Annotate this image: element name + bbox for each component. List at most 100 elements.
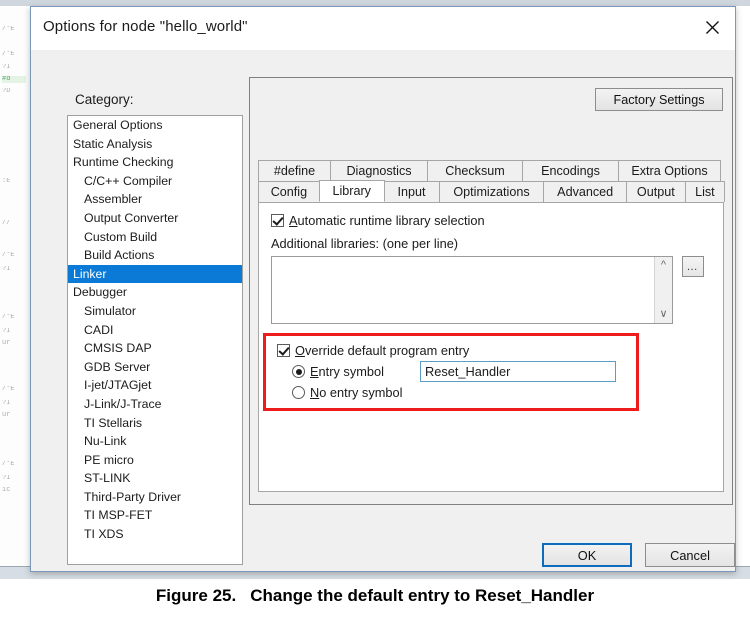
label-rest: verride default program entry (304, 343, 470, 358)
sidebar-item-simulator[interactable]: Simulator (68, 302, 242, 321)
chevron-down-icon[interactable]: ∨ (659, 306, 667, 323)
label-rest: utomatic runtime library selection (297, 213, 485, 228)
sidebar-item-custom-build[interactable]: Custom Build (68, 228, 242, 247)
background-code-line: #d (2, 76, 26, 83)
background-code-line: // (2, 220, 11, 227)
close-icon[interactable] (689, 7, 735, 47)
sidebar-item-output-converter[interactable]: Output Converter (68, 209, 242, 228)
sidebar-item-assembler[interactable]: Assembler (68, 190, 242, 209)
sidebar-item-nu-link[interactable]: Nu-Link (68, 432, 242, 451)
sidebar-item-build-actions[interactable]: Build Actions (68, 246, 242, 265)
tab-input[interactable]: Input (383, 181, 440, 202)
tab-diagnostics[interactable]: Diagnostics (330, 160, 428, 181)
sidebar-item-general-options[interactable]: General Options (68, 116, 242, 135)
library-tab-panel: Automatic runtime library selection Addi… (258, 202, 724, 492)
tab-advanced[interactable]: Advanced (543, 181, 627, 202)
label-rest: o entry symbol (319, 385, 403, 400)
sidebar-item-gdb-server[interactable]: GDB Server (68, 358, 242, 377)
tab-row-top: #define Diagnostics Checksum Encodings Extra… (258, 160, 724, 181)
dialog-titlebar: Options for node "hello_world" (31, 7, 735, 50)
background-code-line: ?I (2, 328, 11, 335)
chevron-up-icon[interactable]: ^ (661, 257, 666, 274)
sidebar-item-j-link-j-trace[interactable]: J-Link/J-Trace (68, 395, 242, 414)
no-entry-symbol-radio[interactable] (292, 386, 305, 399)
background-code-line: /*E (2, 461, 15, 468)
label-rest: ntry symbol (318, 364, 384, 379)
accel-letter: E (310, 364, 319, 379)
sidebar-item-c-c-compiler[interactable]: C/C++ Compiler (68, 172, 242, 191)
background-code-line: /*E (2, 26, 15, 33)
automatic-runtime-library-checkbox[interactable] (271, 214, 284, 227)
tab-row-bottom: Config Library Input Optimizations Advanced O… (258, 180, 725, 202)
dialog-title: Options for node "hello_world" (43, 18, 248, 35)
automatic-runtime-library-checkbox-row[interactable]: Automatic runtime library selection (271, 213, 485, 228)
cancel-button[interactable]: Cancel (645, 543, 735, 567)
category-list[interactable]: General Options Static Analysis Runtime Ch… (67, 115, 243, 565)
tab-output[interactable]: Output (625, 181, 686, 202)
ok-button[interactable]: OK (542, 543, 632, 567)
background-code-line: /*E (2, 252, 15, 259)
tab-config[interactable]: Config (258, 181, 320, 202)
tab-bar: #define Diagnostics Checksum Encodings Extra… (258, 160, 725, 202)
entry-symbol-radio[interactable] (292, 365, 305, 378)
override-default-program-entry-checkbox[interactable] (277, 344, 290, 357)
sidebar-item-pe-micro[interactable]: PE micro (68, 451, 242, 470)
sidebar-item-third-party-driver[interactable]: Third-Party Driver (68, 488, 242, 507)
factory-settings-button[interactable]: Factory Settings (595, 88, 723, 111)
override-entry-highlight-box: Override default program entry Entry sym… (263, 333, 639, 411)
sidebar-item-cadi[interactable]: CADI (68, 321, 242, 340)
sidebar-item-static-analysis[interactable]: Static Analysis (68, 135, 242, 154)
figure-text: Change the default entry to Reset_Handle… (250, 586, 595, 605)
background-code-line: ?I (2, 400, 11, 407)
override-default-program-entry-label: Override default program entry (295, 343, 469, 358)
tab-list[interactable]: List (684, 181, 725, 202)
options-dialog: Options for node "hello_world" Category:… (30, 6, 736, 572)
tab-checksum[interactable]: Checksum (427, 160, 523, 181)
background-code-line: /*E (2, 386, 15, 393)
options-panel: Factory Settings #define Diagnostics Check… (249, 77, 733, 505)
additional-libraries-label: Additional libraries: (one per line) (271, 236, 459, 251)
tab-extra-options[interactable]: Extra Options (618, 160, 721, 181)
background-code-line: /*E (2, 51, 15, 58)
accel-letter: N (310, 385, 320, 400)
entry-symbol-input[interactable] (420, 361, 616, 382)
entry-symbol-radio-row[interactable]: Entry symbol (292, 364, 384, 379)
sidebar-item-ti-msp-fet[interactable]: TI MSP-FET (68, 506, 242, 525)
background-code-line: ?D (2, 88, 11, 95)
override-default-program-entry-checkbox-row[interactable]: Override default program entry (277, 343, 469, 358)
tab-library[interactable]: Library (318, 180, 385, 202)
additional-libraries-scrollbar[interactable]: ^ ∨ (654, 257, 672, 323)
accel-letter: A (289, 213, 298, 228)
background-code-line: ?I (2, 475, 11, 482)
automatic-runtime-library-label: Automatic runtime library selection (289, 213, 485, 228)
sidebar-item-ti-stellaris[interactable]: TI Stellaris (68, 414, 242, 433)
background-code-line: :E (2, 178, 11, 185)
accel-letter: O (295, 343, 305, 358)
tab-define[interactable]: #define (258, 160, 331, 181)
background-code-line: ic (2, 487, 11, 494)
category-label: Category: (75, 92, 134, 107)
sidebar-item-debugger[interactable]: Debugger (68, 283, 242, 302)
sidebar-item-runtime-checking[interactable]: Runtime Checking (68, 153, 242, 172)
no-entry-symbol-radio-row[interactable]: No entry symbol (292, 385, 402, 400)
background-code-line: ?I (2, 266, 11, 273)
background-code-line: ur (2, 412, 11, 419)
tab-optimizations[interactable]: Optimizations (438, 181, 545, 202)
entry-symbol-label: Entry symbol (310, 364, 384, 379)
sidebar-item-i-jet-jtagjet[interactable]: I-jet/JTAGjet (68, 376, 242, 395)
sidebar-item-linker[interactable]: Linker (68, 264, 242, 284)
sidebar-item-cmsis-dap[interactable]: CMSIS DAP (68, 339, 242, 358)
figure-number: Figure 25. (155, 586, 237, 605)
no-entry-symbol-label: No entry symbol (310, 385, 402, 400)
background-code-line: /*E (2, 314, 15, 321)
additional-libraries-field[interactable]: ^ ∨ (271, 256, 673, 324)
additional-libraries-input[interactable] (272, 257, 654, 323)
sidebar-item-ti-xds[interactable]: TI XDS (68, 525, 242, 544)
tab-encodings[interactable]: Encodings (522, 160, 619, 181)
sidebar-item-st-link[interactable]: ST-LINK (68, 469, 242, 488)
background-code-line: ur (2, 340, 11, 347)
background-code-line: ?I (2, 64, 11, 71)
background-editor-strip: /*E /*E ?I #d ?D :E // /*E ?I /*E ?I ur /*E ?I ur /*E ?I… (0, 6, 31, 566)
figure-caption: Figure 25. Change the default entry to Re… (0, 586, 750, 606)
browse-libraries-button[interactable]: ... (682, 256, 704, 277)
